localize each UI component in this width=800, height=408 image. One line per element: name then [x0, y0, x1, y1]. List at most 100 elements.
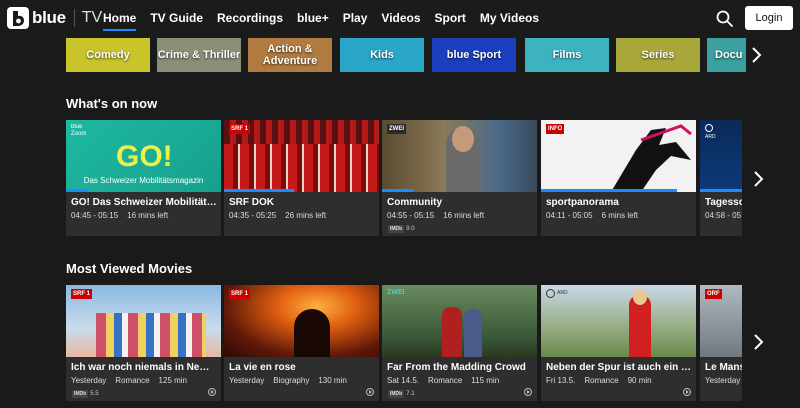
- genre: Romance: [428, 376, 463, 385]
- search-button[interactable]: [715, 9, 735, 29]
- genre-next-button[interactable]: [748, 43, 766, 67]
- thumbnail: SRF 1: [224, 120, 379, 192]
- imdb-rating: IMDb 7.1: [388, 390, 415, 398]
- thumbnail: SRF 1: [224, 285, 379, 357]
- card-title: Ich war noch niemals in New Y...: [71, 362, 217, 373]
- movie-card[interactable]: ZWEI Far From the Madding Crowd Sat 14.5…: [382, 285, 537, 401]
- genre-tile-action-adventure[interactable]: Action & Adventure: [248, 38, 332, 72]
- thumb-face: [633, 289, 647, 305]
- duration: 115 min: [471, 376, 500, 385]
- imdb-logo: IMDb: [388, 390, 405, 398]
- nav-blue-plus[interactable]: blue+: [297, 11, 329, 31]
- imdb-score: 7.1: [406, 391, 415, 397]
- nav-play[interactable]: Play: [343, 11, 368, 31]
- thumbnail: ARD: [541, 285, 696, 357]
- channel-logo: ZWEI: [387, 289, 405, 296]
- channel-logo: ORF: [705, 289, 722, 299]
- live-card[interactable]: blue Zoom GO! Das Schweizer Mobilitätsma…: [66, 120, 221, 236]
- progress-bar: [382, 189, 413, 192]
- air-time: 04:11 - 05:05: [546, 211, 593, 220]
- genre-tile-blue-sport[interactable]: blue Sport: [432, 38, 516, 72]
- movie-card[interactable]: ORF Le Mans Yesterday: [700, 285, 742, 401]
- thumb-title-text: GO!: [116, 140, 173, 173]
- whats-on-now-next-button[interactable]: [750, 167, 768, 191]
- channel-logo-ring: [705, 124, 713, 132]
- card-title: Le Mans: [705, 362, 742, 373]
- duration: 130 min: [318, 376, 347, 385]
- imdb-logo: IMDb: [388, 225, 405, 233]
- genre: Biography: [273, 376, 310, 385]
- thumb-figure-red: [442, 307, 462, 357]
- play-icon[interactable]: [366, 388, 374, 396]
- play-icon[interactable]: [524, 388, 532, 396]
- progress-bar: [541, 189, 677, 192]
- most-viewed-next-button[interactable]: [750, 330, 768, 354]
- thumb-face: [452, 126, 474, 152]
- genre-tile-comedy[interactable]: Comedy: [66, 38, 150, 72]
- genre-tile-films[interactable]: Films: [525, 38, 609, 72]
- logo-text: blue: [32, 8, 66, 27]
- channel-logo: ARD: [705, 134, 716, 140]
- login-button[interactable]: Login: [745, 6, 793, 30]
- whats-on-now-row: blue Zoom GO! Das Schweizer Mobilitätsma…: [66, 120, 742, 238]
- card-meta: Yesterday: [705, 376, 742, 385]
- nav-sport[interactable]: Sport: [435, 11, 466, 31]
- genre-tile-series[interactable]: Series: [616, 38, 700, 72]
- thumbnail: blue Zoom GO! Das Schweizer Mobilitätsma…: [66, 120, 221, 192]
- movie-card[interactable]: SRF 1 Ich war noch niemals in New Y... Y…: [66, 285, 221, 401]
- air-time: 04:55 - 05:15: [387, 211, 435, 220]
- nav-home[interactable]: Home: [103, 11, 137, 31]
- most-viewed-row: SRF 1 Ich war noch niemals in New Y... Y…: [66, 285, 742, 405]
- thumb-cast: [96, 313, 206, 357]
- card-title: Tagesschau: [705, 197, 742, 208]
- card-meta: Yesterday Romance 125 min: [71, 376, 196, 385]
- thumb-figure-blue: [464, 309, 482, 357]
- genre-tile-kids[interactable]: Kids: [340, 38, 424, 72]
- genre-tile-crime-thriller[interactable]: Crime & Thriller: [157, 38, 241, 72]
- live-card[interactable]: ZWEI Community 04:55 - 05:15 16 mins left…: [382, 120, 537, 236]
- movie-card[interactable]: SRF 1 La vie en rose Yesterday Biography 1…: [224, 285, 379, 401]
- genre-tile-docu[interactable]: Docu: [707, 38, 746, 72]
- channel-logo: SRF 1: [71, 289, 93, 299]
- imdb-logo: IMDb: [72, 390, 89, 398]
- blue-tv-logo[interactable]: blue TV: [7, 7, 102, 29]
- card-meta: Sat 14.5. Romance 115 min: [387, 376, 508, 385]
- time-left: 16 mins left: [443, 211, 485, 220]
- air-time: 04:35 - 05:25: [229, 211, 277, 220]
- card-title: Neben der Spur ist auch ein Weg: [546, 362, 692, 373]
- live-card[interactable]: SRF 1 SRF DOK 04:35 - 05:25 26 mins left: [224, 120, 379, 236]
- play-icon[interactable]: [683, 388, 691, 396]
- live-card[interactable]: ARD Tagesschau 04:58 - 05:: [700, 120, 742, 236]
- play-icon[interactable]: [208, 388, 216, 396]
- live-card[interactable]: INFO sportpanorama 04:11 - 05:05 6 mins l…: [541, 120, 696, 236]
- logo-divider: [73, 9, 75, 27]
- duration: 90 min: [627, 376, 652, 385]
- thumbnail: ORF: [700, 285, 742, 357]
- channel-logo: ARD: [557, 290, 568, 296]
- imdb-score: 9.0: [406, 226, 415, 232]
- imdb-rating: IMDb 9.0: [388, 225, 415, 233]
- time-left: 26 mins left: [285, 211, 327, 220]
- nav-my-videos[interactable]: My Videos: [480, 11, 539, 31]
- main-nav: Home TV Guide Recordings blue+ Play Vide…: [103, 11, 553, 31]
- air-day: Yesterday: [229, 376, 265, 385]
- thumbnail: ZWEI: [382, 120, 537, 192]
- channel-logo: SRF 1: [229, 124, 251, 134]
- genre: Romance: [115, 376, 150, 385]
- card-title: Community: [387, 197, 442, 208]
- card-title: sportpanorama: [546, 197, 619, 208]
- card-meta: 04:45 - 05:15 16 mins left: [71, 211, 177, 220]
- nav-videos[interactable]: Videos: [381, 11, 420, 31]
- card-meta: Yesterday Biography 130 min: [229, 376, 356, 385]
- air-time: 04:58 - 05:: [705, 211, 742, 220]
- thumbnail: SRF 1: [66, 285, 221, 357]
- time-left: 16 mins left: [127, 211, 169, 220]
- top-bar: blue TV Home TV Guide Recordings blue+ P…: [0, 0, 800, 38]
- channel-logo: blue Zoom: [71, 124, 87, 137]
- nav-tv-guide[interactable]: TV Guide: [150, 11, 203, 31]
- movie-card[interactable]: ARD Neben der Spur ist auch ein Weg Fri …: [541, 285, 696, 401]
- chevron-right-icon: [754, 334, 764, 350]
- chevron-right-icon: [752, 47, 762, 63]
- nav-recordings[interactable]: Recordings: [217, 11, 283, 31]
- channel-logo-ring: [546, 289, 555, 298]
